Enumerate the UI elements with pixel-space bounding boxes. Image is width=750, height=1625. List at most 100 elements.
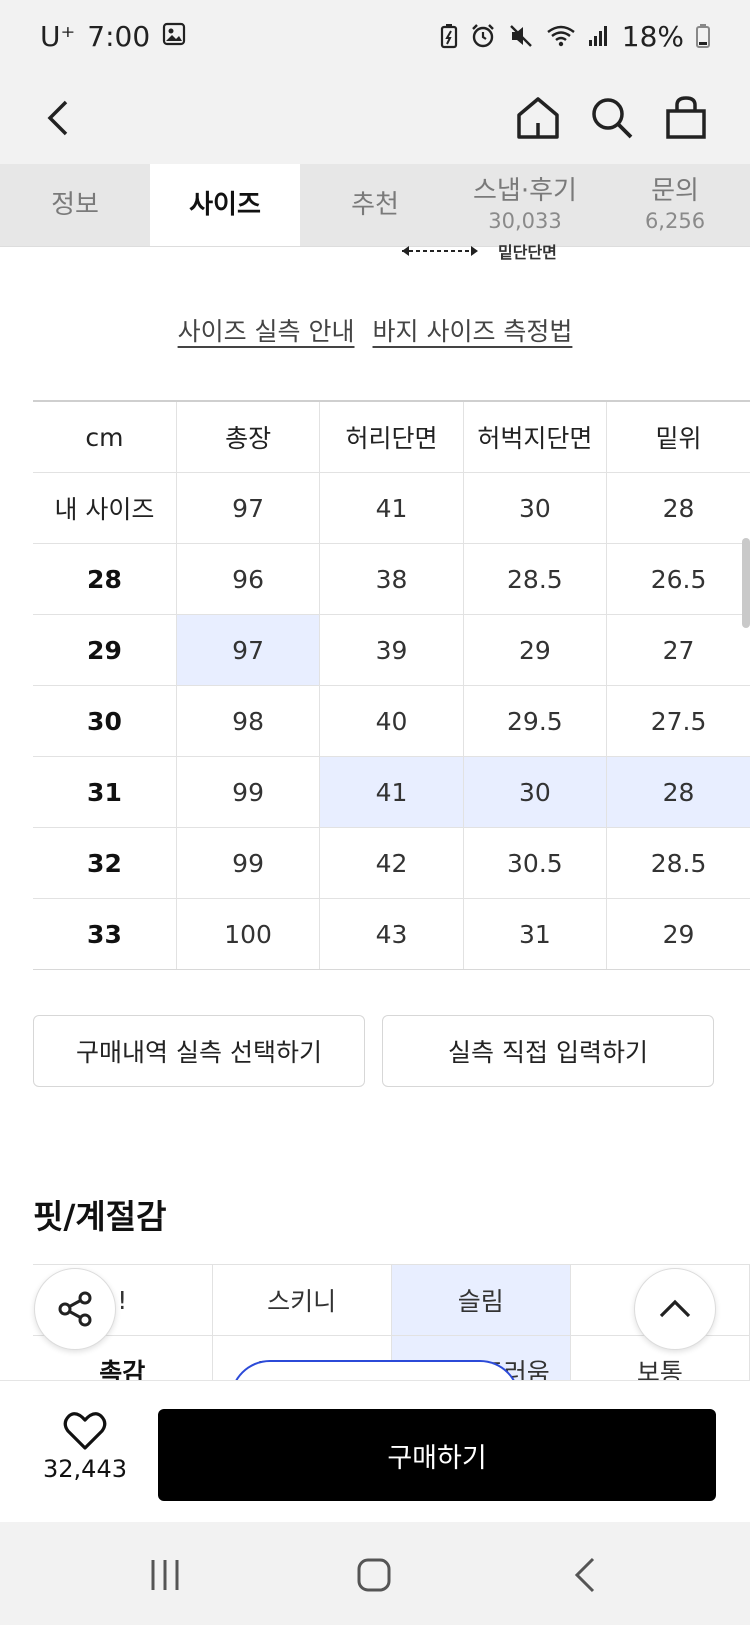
recent-apps-icon [151, 1560, 179, 1590]
table-header: cm [33, 400, 177, 473]
row-label: 내 사이즈 [33, 472, 177, 544]
table-row[interactable]: 31 99 41 30 28 [33, 756, 750, 828]
home-system-button[interactable] [344, 1550, 404, 1600]
like-button[interactable]: 32,443 [30, 1411, 140, 1483]
like-count: 32,443 [43, 1455, 127, 1483]
table-cell: 28.5 [463, 543, 608, 615]
double-arrow-icon [402, 246, 478, 256]
battery-icon [696, 23, 710, 49]
manual-measure-input-button[interactable]: 실측 직접 입력하기 [382, 1015, 714, 1087]
wifi-icon [546, 24, 576, 48]
system-nav-bar [0, 1522, 750, 1625]
status-left: U⁺ 7:00 [40, 20, 186, 53]
bottom-purchase-bar: 32,443 구매하기 [0, 1380, 750, 1523]
back-system-button[interactable] [555, 1550, 615, 1600]
home-button[interactable] [506, 86, 570, 150]
table-cell-highlight: 30 [463, 756, 608, 828]
table-cell: 100 [176, 898, 321, 970]
buy-button[interactable]: 구매하기 [158, 1409, 716, 1501]
mute-icon [508, 23, 534, 49]
table-cell-highlight: 28 [606, 756, 750, 828]
table-cell: 99 [176, 756, 321, 828]
table-header-row: cm 총장 허리단면 허벅지단면 밑위 [33, 400, 750, 473]
table-cell: 31 [463, 898, 608, 970]
table-row[interactable]: 33 100 43 31 29 [33, 898, 750, 970]
tab-recommend[interactable]: 추천 [300, 164, 450, 246]
table-header: 밑위 [606, 400, 750, 473]
row-label: 32 [33, 827, 177, 899]
row-label: 29 [33, 614, 177, 686]
tab-inquiry[interactable]: 문의 6,256 [600, 164, 750, 246]
alarm-icon [470, 23, 496, 49]
fit-cell-highlight: 슬림 [391, 1264, 571, 1336]
table-cell: 38 [319, 543, 464, 615]
table-cell: 27 [606, 614, 750, 686]
chevron-up-icon [659, 1299, 691, 1318]
table-row-my-size: 내 사이즈 97 41 30 28 [33, 472, 750, 544]
table-cell: 30 [463, 472, 608, 544]
table-cell-highlight: 41 [319, 756, 464, 828]
table-cell: 41 [319, 472, 464, 544]
recent-apps-button[interactable] [135, 1550, 195, 1600]
size-table: cm 총장 허리단면 허벅지단면 밑위 내 사이즈 97 41 30 28 28… [33, 400, 750, 970]
size-links: 사이즈 실측 안내 바지 사이즈 측정법 [0, 312, 750, 348]
status-bar: U⁺ 7:00 18% [0, 0, 750, 72]
table-row[interactable]: 30 98 40 29.5 27.5 [33, 685, 750, 757]
tab-bar: 정보 사이즈 추천 스냅·후기 30,033 문의 6,256 [0, 164, 750, 247]
search-icon [592, 98, 633, 139]
fit-cell: 스키니 [212, 1264, 392, 1336]
scrollbar[interactable] [742, 538, 750, 628]
tab-count: 30,033 [488, 208, 562, 233]
table-cell: 42 [319, 827, 464, 899]
top-nav [0, 72, 750, 164]
table-cell: 40 [319, 685, 464, 757]
table-cell: 30.5 [463, 827, 608, 899]
table-row[interactable]: 32 99 42 30.5 28.5 [33, 827, 750, 899]
tab-label: 스냅·후기 [473, 176, 577, 207]
share-button[interactable] [34, 1268, 116, 1350]
scroll-top-button[interactable] [634, 1268, 716, 1350]
tab-label: 사이즈 [189, 189, 261, 220]
signal-icon [588, 24, 610, 48]
buy-button-label: 구매하기 [387, 1442, 487, 1474]
tab-count: 6,256 [644, 208, 706, 233]
measure-hint-label: 밑단단면 [498, 243, 557, 262]
row-label: 30 [33, 685, 177, 757]
tab-snap-review[interactable]: 스냅·후기 30,033 [450, 164, 600, 246]
table-cell: 98 [176, 685, 321, 757]
table-cell: 97 [176, 472, 321, 544]
battery-saver-icon [440, 23, 458, 49]
gallery-icon [162, 20, 186, 53]
battery-percent: 18% [621, 19, 684, 53]
row-label: 33 [33, 898, 177, 970]
home-icon [517, 97, 559, 139]
table-row[interactable]: 29 97 39 29 27 [33, 614, 750, 686]
tab-info[interactable]: 정보 [0, 164, 150, 246]
size-guide-link[interactable]: 사이즈 실측 안내 [178, 312, 355, 348]
cart-button[interactable] [654, 86, 718, 150]
table-cell: 26.5 [606, 543, 750, 615]
tab-label: 정보 [51, 189, 99, 220]
back-button[interactable] [26, 86, 90, 150]
purchase-history-measure-button[interactable]: 구매내역 실측 선택하기 [33, 1015, 365, 1087]
tab-size[interactable]: 사이즈 [150, 164, 300, 246]
tab-label: 추천 [351, 189, 399, 220]
table-header: 허벅지단면 [463, 400, 608, 473]
table-cell: 29 [606, 898, 750, 970]
search-button[interactable] [580, 86, 644, 150]
row-label: 28 [33, 543, 177, 615]
table-cell: 27.5 [606, 685, 750, 757]
table-header: 총장 [176, 400, 321, 473]
table-cell: 99 [176, 827, 321, 899]
table-cell: 39 [319, 614, 464, 686]
heart-icon [63, 1412, 107, 1450]
table-row[interactable]: 28 96 38 28.5 26.5 [33, 543, 750, 615]
row-label: 31 [33, 756, 177, 828]
button-label: 실측 직접 입력하기 [448, 1038, 648, 1067]
table-cell: 29.5 [463, 685, 608, 757]
table-cell: 96 [176, 543, 321, 615]
status-time: 7:00 [87, 19, 151, 53]
fit-section-title: 핏/계절감 [33, 1197, 167, 1236]
pants-measure-link[interactable]: 바지 사이즈 측정법 [373, 312, 573, 348]
table-cell: 28 [606, 472, 750, 544]
